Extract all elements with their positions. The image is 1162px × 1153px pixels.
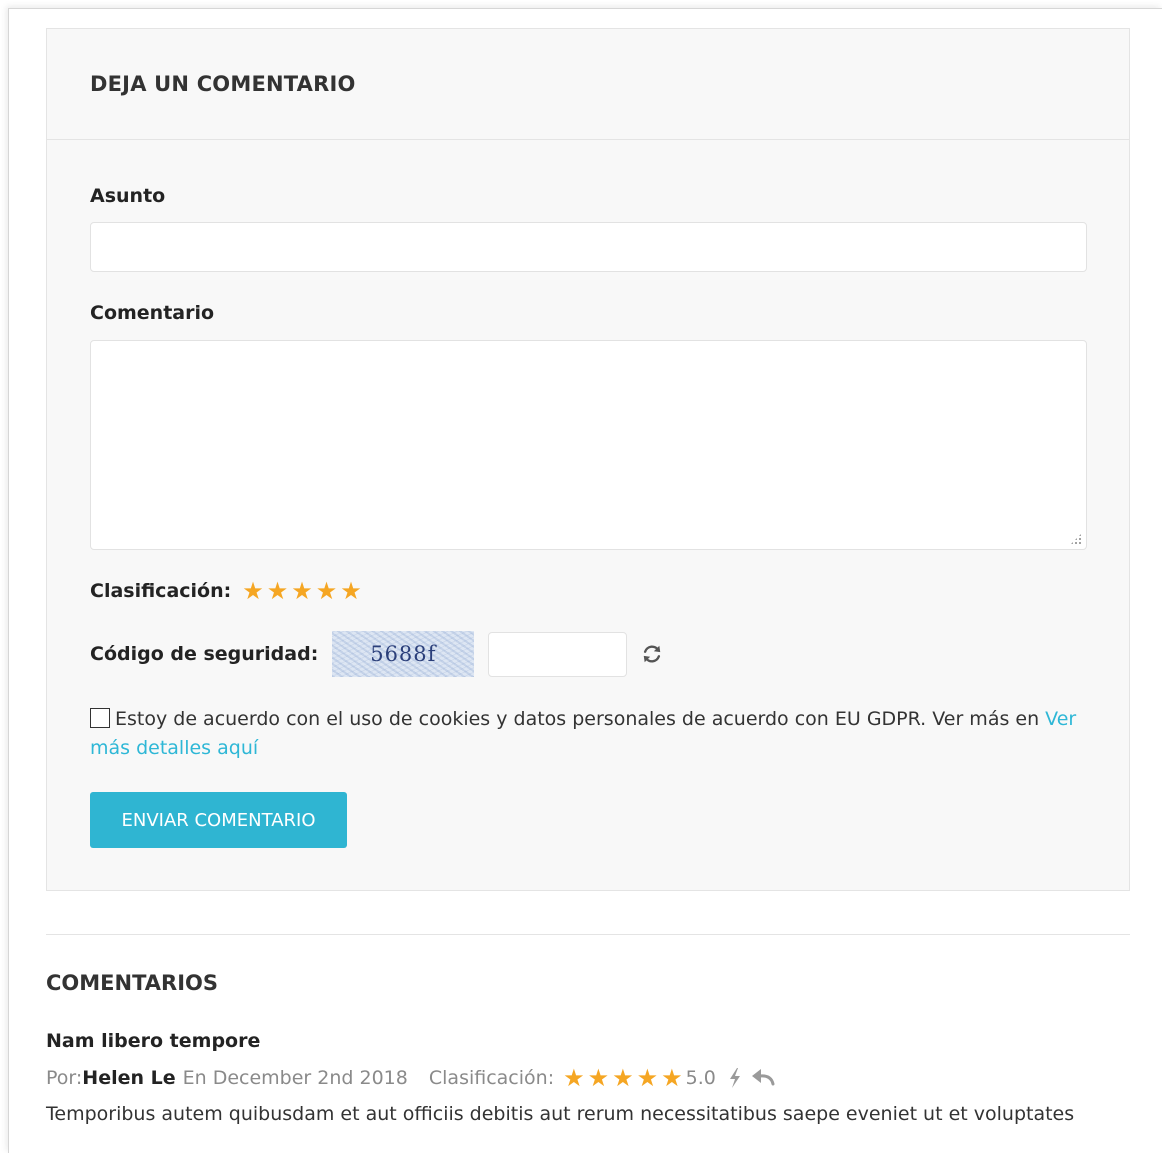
section-divider <box>46 934 1130 935</box>
flash-icon[interactable] <box>728 1068 742 1088</box>
rating-row: Clasificación: ★ ★ ★ ★ ★ <box>90 579 365 603</box>
comment-body: Temporibus autem quibusdam et aut offici… <box>46 1103 1075 1125</box>
comment-by-label: Por: <box>46 1067 83 1089</box>
gdpr-checkbox[interactable] <box>90 708 110 728</box>
form-header: DEJA UN COMENTARIO <box>47 29 1129 140</box>
refresh-icon[interactable] <box>641 643 663 665</box>
star-icon[interactable]: ★ <box>316 579 338 603</box>
comment-meta: Por: Helen Le En December 2nd 2018 Clasi… <box>46 1066 776 1090</box>
comment-rating-stars: ★ ★ ★ ★ ★ <box>563 1066 686 1090</box>
star-icon: ★ <box>563 1064 585 1092</box>
star-icon[interactable]: ★ <box>291 579 313 603</box>
subject-input[interactable] <box>90 222 1087 272</box>
comment-date: En December 2nd 2018 <box>182 1067 408 1089</box>
reply-icon[interactable] <box>751 1068 776 1088</box>
star-icon: ★ <box>636 1064 659 1092</box>
star-icon: ★ <box>587 1064 610 1092</box>
rating-label: Clasificación: <box>90 580 232 602</box>
star-icon: ★ <box>661 1064 683 1092</box>
captcha-input[interactable] <box>488 631 628 677</box>
comment-form: DEJA UN COMENTARIO Asunto Comentario Cla… <box>46 28 1130 891</box>
comments-title: COMENTARIOS <box>46 971 218 995</box>
form-title: DEJA UN COMENTARIO <box>90 72 356 96</box>
star-icon[interactable]: ★ <box>267 579 289 603</box>
comment-textarea[interactable] <box>90 340 1087 550</box>
resize-grip-icon[interactable] <box>1070 533 1082 545</box>
comment-author: Helen Le <box>82 1067 176 1089</box>
rating-stars[interactable]: ★ ★ ★ ★ ★ <box>242 579 365 603</box>
gdpr-consent: Estoy de acuerdo con el uso de cookies y… <box>90 705 1090 763</box>
submit-comment-button[interactable]: ENVIAR COMENTARIO <box>90 792 347 848</box>
captcha-text: 5688f <box>370 642 437 666</box>
gdpr-text: Estoy de acuerdo con el uso de cookies y… <box>115 708 1046 730</box>
star-icon[interactable]: ★ <box>242 579 264 603</box>
comment-rating-value: 5.0 <box>685 1067 716 1089</box>
star-icon[interactable]: ★ <box>340 579 362 603</box>
subject-label: Asunto <box>90 185 166 207</box>
comment-subject: Nam libero tempore <box>46 1030 261 1052</box>
comment-rating-label: Clasificación: <box>428 1067 555 1089</box>
comment-label: Comentario <box>90 302 215 324</box>
captcha-row: Código de seguridad: 5688f <box>90 631 663 677</box>
captcha-label: Código de seguridad: <box>90 643 319 665</box>
captcha-image: 5688f <box>332 631 475 677</box>
star-icon: ★ <box>612 1064 634 1092</box>
